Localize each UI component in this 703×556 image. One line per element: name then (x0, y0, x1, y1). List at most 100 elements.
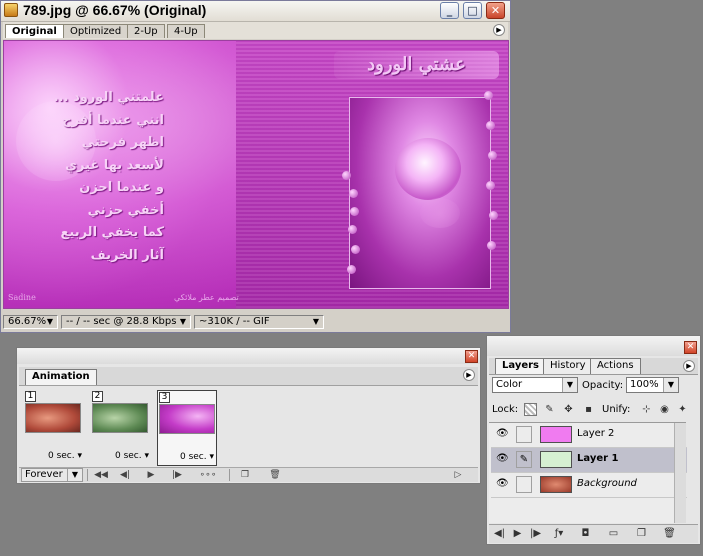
blend-mode-select[interactable]: Color ▼ (492, 377, 578, 393)
lock-paint-icon[interactable]: ✎ (543, 403, 556, 416)
palette-menu-arrow-icon[interactable]: ▶ (463, 369, 475, 381)
bead-decoration (342, 171, 351, 180)
layers-toolbar: ◀| ▶ |▶ ƒ▾ ◘ ▭ ❐ 🗑 (489, 524, 698, 543)
layer-name: Background (577, 478, 637, 489)
bead-decoration (349, 189, 358, 198)
file-size-value: ~310K / -- GIF (199, 316, 270, 327)
layer-row[interactable]: 👁 Background (491, 473, 687, 498)
panel-menu-arrow-icon[interactable]: ▶ (493, 24, 505, 36)
tab-animation[interactable]: Animation (25, 369, 97, 385)
layer-thumbnail (540, 451, 572, 468)
brush-icon[interactable]: ✎ (516, 451, 532, 468)
chevron-down-icon: ▼ (562, 378, 577, 392)
lock-transparency-icon[interactable] (524, 403, 537, 416)
opacity-field[interactable]: 100% ▼ (626, 377, 679, 393)
first-frame-icon[interactable]: ◀◀ (91, 469, 111, 481)
frame-number: 3 (159, 392, 170, 403)
next-frame-icon[interactable]: |▶ (167, 469, 187, 481)
animation-controls: Forever ▼ ◀◀ ◀| ▶ |▶ ∘∘∘ ❐ 🗑 ▷ (19, 467, 478, 482)
palette-title-bar[interactable]: ✕ (487, 336, 700, 356)
opacity-value: 100% (630, 379, 659, 390)
tab-original[interactable]: Original (5, 24, 64, 38)
unify-style-icon[interactable]: ✦ (676, 403, 689, 416)
tab-actions[interactable]: Actions (590, 358, 641, 374)
zoom-value: 66.67% (8, 316, 47, 327)
blend-mode-value: Color (496, 379, 523, 390)
tab-layers[interactable]: Layers (495, 358, 546, 374)
duplicate-frame-icon[interactable]: ❐ (237, 469, 253, 481)
scroll-right-icon[interactable]: ▷ (451, 469, 465, 481)
tween-icon[interactable]: ∘∘∘ (195, 469, 221, 481)
chevron-down-icon: ▼ (312, 317, 319, 326)
minimize-button[interactable]: _ (440, 2, 459, 19)
download-time-field[interactable]: -- / -- sec @ 28.8 Kbps ▼ (61, 315, 191, 329)
rose-leaf (420, 198, 460, 228)
opacity-label: Opacity: (582, 380, 624, 391)
bead-decoration (484, 91, 493, 100)
maximize-button[interactable]: □ (463, 2, 482, 19)
tab-history[interactable]: History (543, 358, 593, 374)
image-banner-text: عشتي الورود (334, 51, 499, 79)
eye-icon[interactable]: 👁 (496, 454, 509, 464)
frame-thumbnail (25, 403, 81, 433)
bead-decoration (487, 241, 496, 250)
document-title-bar[interactable]: 789.jpg @ 66.67% (Original) _ □ ✕ (1, 1, 510, 22)
poem-line: آثار الخريف (90, 247, 164, 263)
bead-decoration (486, 121, 495, 130)
layer-row-selected[interactable]: 👁 ✎ Layer 1 (491, 448, 687, 473)
animation-frame-selected[interactable]: 3 0 sec. ▾ (157, 390, 217, 466)
close-button[interactable]: ✕ (486, 2, 505, 19)
play-icon[interactable]: ▶ (143, 469, 159, 481)
zoom-field[interactable]: 66.67% ▼ (3, 315, 58, 329)
lock-move-icon[interactable]: ✥ (562, 403, 575, 416)
previous-frame-icon[interactable]: ◀| (115, 469, 135, 481)
layer-link-box[interactable] (516, 476, 532, 493)
new-folder-icon[interactable]: ▭ (607, 527, 620, 540)
frame-delay[interactable]: 0 sec. ▾ (180, 452, 214, 462)
rose-photo-frame (349, 97, 491, 289)
eye-icon[interactable]: 👁 (496, 429, 509, 439)
palette-menu-arrow-icon[interactable]: ▶ (683, 360, 695, 372)
trash-icon[interactable]: 🗑 (663, 527, 676, 540)
frame-delay-value: 0 sec. (47, 451, 75, 461)
layer-link-box[interactable] (516, 426, 532, 443)
palette-title-bar[interactable]: ✕ (17, 348, 480, 364)
trash-icon[interactable]: 🗑 (267, 469, 283, 481)
layer-thumbnail (540, 476, 572, 493)
animation-frame[interactable]: 2 0 sec. ▾ (91, 390, 151, 466)
layer-row[interactable]: 👁 Layer 2 (491, 423, 687, 448)
unify-label: Unify: (602, 404, 631, 415)
tab-optimized[interactable]: Optimized (63, 24, 129, 38)
lock-all-icon[interactable]: ▪ (582, 403, 595, 416)
animation-frame[interactable]: 1 0 sec. ▾ (24, 390, 84, 466)
separator (229, 469, 230, 481)
image-canvas[interactable]: عشتي الورود علمتني الورود ... انني عندما… (3, 40, 509, 309)
frame-delay[interactable]: 0 sec. ▾ (115, 451, 149, 461)
tab-4-up[interactable]: 4-Up (167, 24, 205, 38)
unify-visibility-icon[interactable]: ◉ (658, 403, 671, 416)
file-size-field[interactable]: ~310K / -- GIF ▼ (194, 315, 324, 329)
new-layer-icon[interactable]: ❐ (635, 527, 648, 540)
close-icon[interactable]: ✕ (465, 350, 478, 363)
frame-delay-value: 0 sec. (179, 452, 207, 462)
go-back-icon[interactable]: ◀| (493, 527, 506, 540)
bead-decoration (351, 245, 360, 254)
rose-flower (395, 138, 461, 200)
poem-line: لأسعد بها غيري (65, 157, 164, 173)
tab-2-up[interactable]: 2-Up (127, 24, 165, 38)
loop-select[interactable]: Forever ▼ (21, 468, 83, 482)
separator (87, 469, 88, 481)
unify-position-icon[interactable]: ⊹ (640, 403, 653, 416)
poem-line: انني عندما أفرح (62, 112, 164, 128)
eye-icon[interactable]: 👁 (496, 479, 509, 489)
layers-scrollbar[interactable] (674, 423, 686, 523)
play-icon[interactable]: ▶ (511, 527, 524, 540)
add-mask-icon[interactable]: ◘ (579, 527, 592, 540)
poem-line: و عندما احزن (79, 180, 164, 195)
frame-delay[interactable]: 0 sec. ▾ (48, 451, 82, 461)
layer-effects-icon[interactable]: ƒ▾ (551, 527, 567, 540)
close-icon[interactable]: ✕ (684, 341, 697, 354)
go-forward-icon[interactable]: |▶ (529, 527, 542, 540)
loop-value: Forever (25, 469, 63, 480)
bead-decoration (350, 207, 359, 216)
